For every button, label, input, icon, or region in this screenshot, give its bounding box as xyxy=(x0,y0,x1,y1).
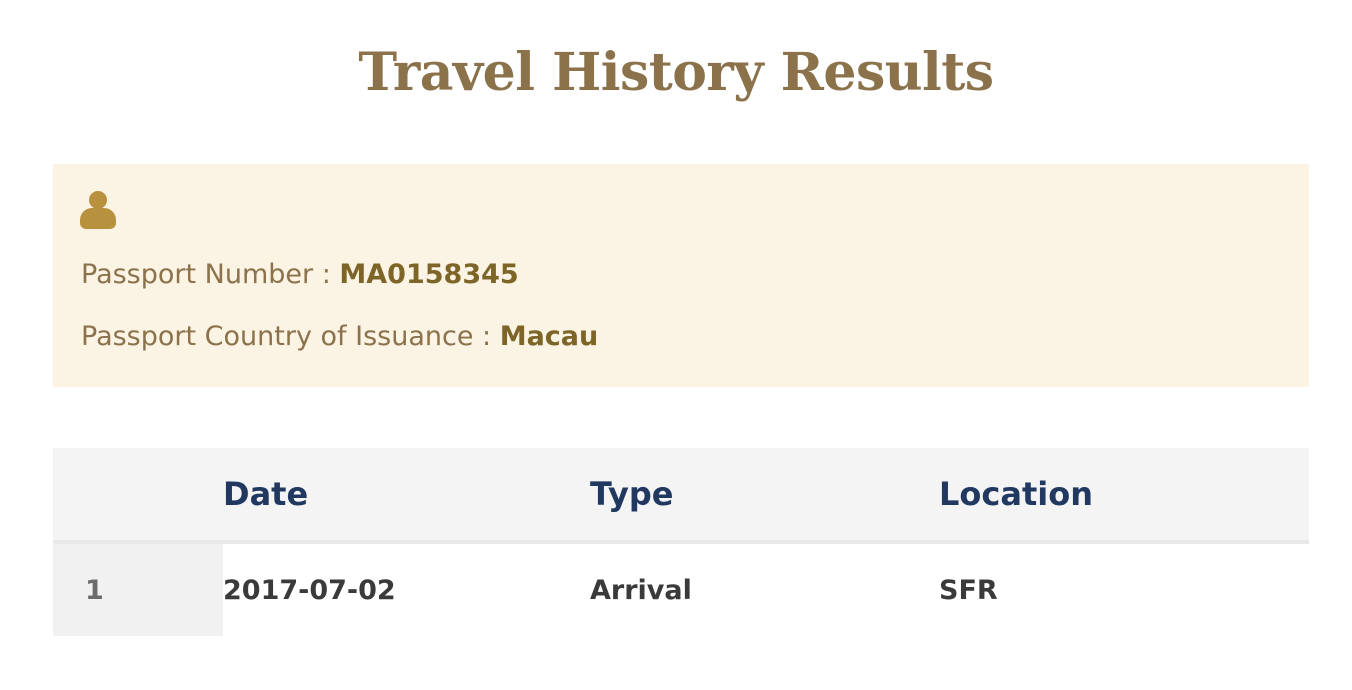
passport-number-line: Passport Number : MA0158345 xyxy=(81,257,519,293)
person-icon-head xyxy=(89,191,107,209)
passport-number-label: Passport Number : xyxy=(81,259,340,290)
row-index: 1 xyxy=(53,542,223,636)
row-date: 2017-07-02 xyxy=(223,542,590,636)
passport-country-value: Macau xyxy=(499,321,599,352)
passport-number-value: MA0158345 xyxy=(339,259,519,290)
person-icon-body xyxy=(80,208,116,229)
header-type: Type xyxy=(590,448,939,544)
person-icon xyxy=(80,191,116,231)
table-row: 1 2017-07-02 Arrival SFR xyxy=(53,542,1309,636)
travel-history-table: Date Type Location 1 2017-07-02 Arrival … xyxy=(53,448,1309,636)
row-type: Arrival xyxy=(590,542,939,636)
passport-country-line: Passport Country of Issuance : Macau xyxy=(81,319,598,355)
header-index xyxy=(53,448,223,544)
header-location: Location xyxy=(939,448,1309,544)
passport-country-label: Passport Country of Issuance : xyxy=(81,321,500,352)
table-header-row: Date Type Location xyxy=(53,448,1309,544)
row-location: SFR xyxy=(939,542,1309,636)
header-date: Date xyxy=(223,448,590,544)
page-title: Travel History Results xyxy=(358,42,994,103)
passport-info-panel: Passport Number : MA0158345 Passport Cou… xyxy=(53,164,1309,387)
